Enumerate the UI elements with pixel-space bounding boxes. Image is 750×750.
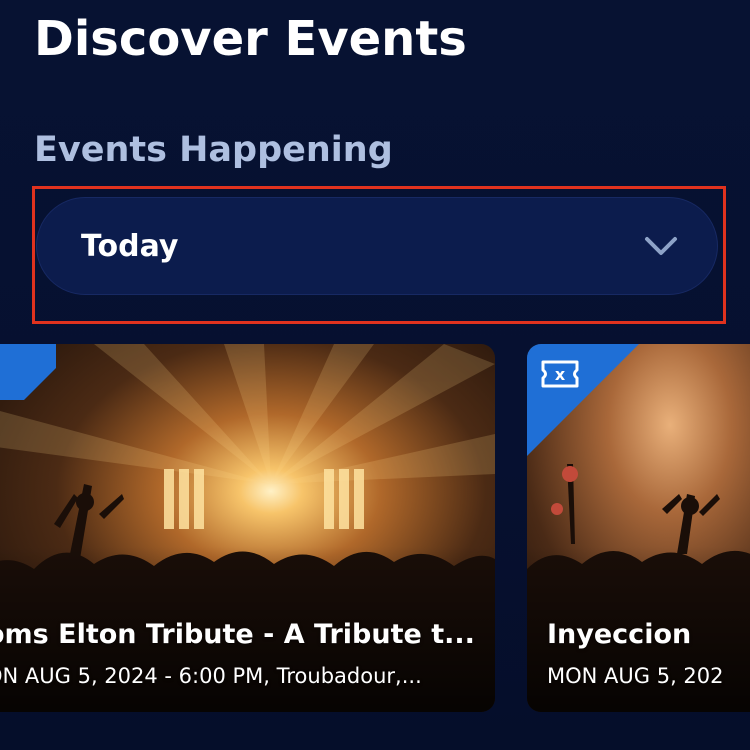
date-filter-dropdown[interactable]: Today — [36, 197, 718, 295]
chevron-down-icon — [643, 234, 679, 258]
event-title: oms Elton Tribute - A Tribute t... — [0, 619, 475, 650]
ticket-badge-icon — [0, 344, 56, 400]
event-datetime: ON AUG 5, 2024 - 6:00 PM, Troubadour,... — [0, 664, 422, 688]
event-title: Inyeccion — [547, 619, 692, 650]
event-card-info: oms Elton Tribute - A Tribute t... ON AU… — [0, 582, 495, 712]
ticket-badge-icon: x — [527, 344, 639, 456]
events-happening-label: Events Happening — [34, 130, 393, 170]
discover-events-screen: Discover Events Events Happening Today o… — [0, 0, 750, 750]
event-card[interactable]: x Inyeccion MON AUG 5, 202 — [527, 344, 750, 712]
event-card-info: Inyeccion MON AUG 5, 202 — [527, 582, 750, 712]
svg-text:x: x — [555, 365, 566, 384]
event-carousel[interactable]: oms Elton Tribute - A Tribute t... ON AU… — [0, 344, 750, 714]
event-card[interactable]: oms Elton Tribute - A Tribute t... ON AU… — [0, 344, 495, 712]
page-title: Discover Events — [34, 11, 467, 67]
date-filter-value: Today — [81, 228, 179, 264]
event-datetime: MON AUG 5, 202 — [547, 664, 724, 688]
